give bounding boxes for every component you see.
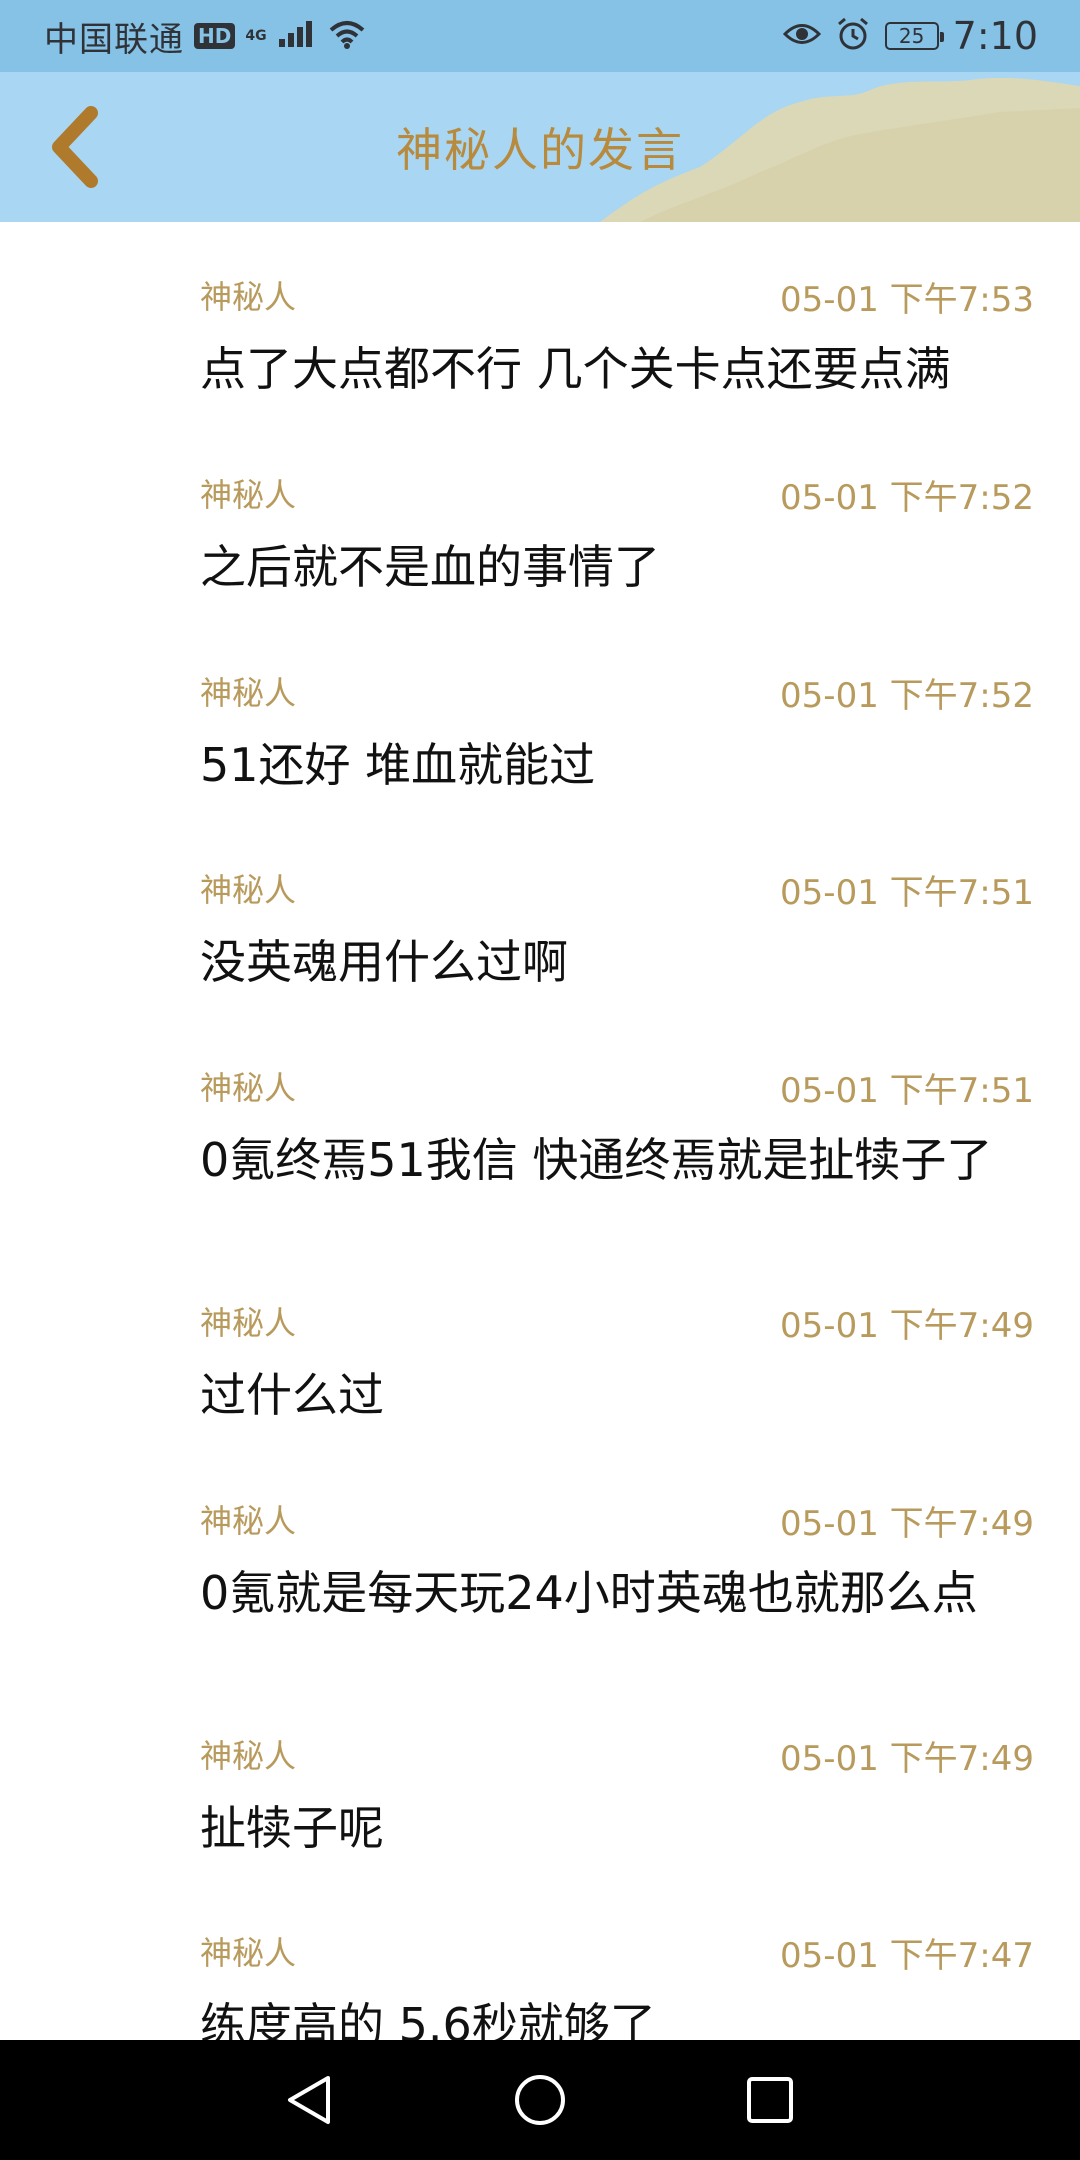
message-text: 扯犊子呢 [200,1801,384,1855]
message-item: 神秘人 05-01 下午7:49 过什么过 [200,1298,1034,1424]
message-item: 神秘人 05-01 下午7:51 0氪终焉51我信 快通终焉就是扯犊子了 [200,1063,1034,1189]
message-meta: 神秘人 05-01 下午7:52 [200,470,1034,518]
recents-square-icon [747,2077,793,2123]
status-left: 中国联通 HD 4G [44,0,367,72]
message-text: 练度高的 5.6秒就够了 [200,1998,656,2040]
message-time: 05-01 下午7:52 [780,478,1034,518]
page-title: 神秘人的发言 [396,123,684,177]
message-meta: 神秘人 05-01 下午7:51 [200,1063,1034,1111]
message-text: 没英魂用什么过啊 [200,935,568,989]
message-text: 点了大点都不行 几个关卡点还要点满 [200,342,951,396]
status-time: 7:10 [952,14,1038,58]
message-meta: 神秘人 05-01 下午7:49 [200,1731,1034,1779]
message-item: 神秘人 05-01 下午7:47 练度高的 5.6秒就够了 [200,1928,1034,2040]
message-list[interactable]: 神秘人 05-01 下午7:53 点了大点都不行 几个关卡点还要点满 神秘人 0… [0,222,1080,2040]
eye-icon [782,19,821,53]
home-circle-icon [515,2075,565,2125]
message-time: 05-01 下午7:47 [780,1936,1034,1976]
message-text: 51还好 堆血就能过 [200,738,596,792]
navigation-bar [0,2040,1080,2160]
network-type: 4G [245,29,266,43]
nav-recents-button[interactable] [740,2070,800,2130]
message-meta: 神秘人 05-01 下午7:47 [200,1928,1034,1976]
message-meta: 神秘人 05-01 下午7:49 [200,1496,1034,1544]
message-item: 神秘人 05-01 下午7:52 之后就不是血的事情了 [200,470,1034,596]
battery-level: 25 [898,24,925,48]
back-triangle-icon [288,2076,330,2124]
alarm-icon [835,16,871,56]
carrier-name: 中国联通 [44,19,184,60]
message-text: 0氪就是每天玩24小时英魂也就那么点 [200,1566,978,1620]
message-author[interactable]: 神秘人 [200,668,296,714]
message-meta: 神秘人 05-01 下午7:52 [200,668,1034,716]
message-time: 05-01 下午7:49 [780,1306,1034,1346]
hd-badge: HD [194,23,236,49]
message-author[interactable]: 神秘人 [200,865,296,911]
message-item: 神秘人 05-01 下午7:49 0氪就是每天玩24小时英魂也就那么点 [200,1496,1034,1622]
message-author[interactable]: 神秘人 [200,1731,296,1777]
wifi-icon [327,18,367,54]
message-item: 神秘人 05-01 下午7:52 51还好 堆血就能过 [200,668,1034,794]
app-header: 神秘人的发言 [0,72,1080,222]
message-text: 之后就不是血的事情了 [200,540,660,594]
nav-home-button[interactable] [510,2070,570,2130]
message-time: 05-01 下午7:49 [780,1739,1034,1779]
message-meta: 神秘人 05-01 下午7:49 [200,1298,1034,1346]
message-author[interactable]: 神秘人 [200,1928,296,1974]
message-text: 0氪终焉51我信 快通终焉就是扯犊子了 [200,1133,993,1187]
message-time: 05-01 下午7:53 [780,280,1034,320]
network-type-label: 4G [245,28,267,44]
message-time: 05-01 下午7:51 [780,1071,1034,1111]
message-author[interactable]: 神秘人 [200,1063,296,1109]
message-item: 神秘人 05-01 下午7:51 没英魂用什么过啊 [200,865,1034,991]
message-author[interactable]: 神秘人 [200,1298,296,1344]
battery-icon: 25 [884,22,944,50]
message-time: 05-01 下午7:51 [780,873,1034,913]
message-time: 05-01 下午7:49 [780,1504,1034,1544]
message-author[interactable]: 神秘人 [200,1496,296,1542]
status-right: 25 7:10 [782,0,1038,72]
message-item: 神秘人 05-01 下午7:53 点了大点都不行 几个关卡点还要点满 [200,272,1034,398]
message-time: 05-01 下午7:52 [780,676,1034,716]
status-bar: 中国联通 HD 4G 25 7:10 [0,0,1080,72]
message-meta: 神秘人 05-01 下午7:51 [200,865,1034,913]
message-text: 过什么过 [200,1368,384,1422]
message-author[interactable]: 神秘人 [200,272,296,318]
message-item: 神秘人 05-01 下午7:49 扯犊子呢 [200,1731,1034,1857]
nav-back-button[interactable] [280,2070,340,2130]
signal-icon [277,19,317,53]
message-author[interactable]: 神秘人 [200,470,296,516]
message-meta: 神秘人 05-01 下午7:53 [200,272,1034,320]
